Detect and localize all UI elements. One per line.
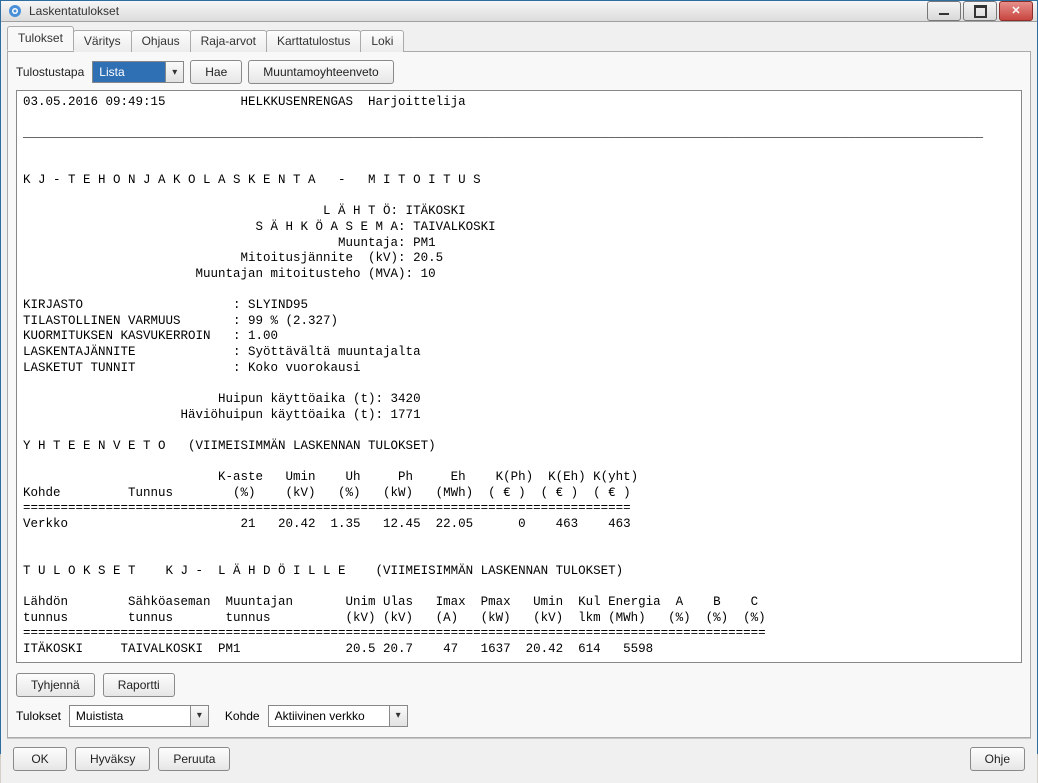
chevron-down-icon[interactable]: [165, 62, 183, 82]
window-title: Laskentatulokset: [29, 4, 927, 18]
dialog-footer: OK Hyväksy Peruuta Ohje: [7, 738, 1031, 777]
app-window: Laskentatulokset Tulokset Väritys Ohjaus…: [0, 0, 1038, 754]
tab-raja-arvot[interactable]: Raja-arvot: [190, 30, 267, 52]
toolbar-top: Tulostustapa Lista Hae Muuntamoyhteenvet…: [16, 60, 1022, 84]
tyhjenna-button[interactable]: Tyhjennä: [16, 673, 95, 697]
client-area: Tulokset Väritys Ohjaus Raja-arvot Kartt…: [1, 22, 1037, 783]
peruuta-button[interactable]: Peruuta: [158, 747, 230, 771]
tab-varitys[interactable]: Väritys: [73, 30, 132, 52]
report-container: 03.05.2016 09:49:15 HELKKUSENRENGAS Harj…: [16, 90, 1022, 663]
chevron-down-icon[interactable]: [190, 706, 208, 726]
kohde-label: Kohde: [225, 709, 260, 723]
tulokset-value: Muistista: [70, 706, 190, 726]
hyvaksy-button[interactable]: Hyväksy: [75, 747, 150, 771]
titlebar: Laskentatulokset: [1, 1, 1037, 22]
ok-button[interactable]: OK: [13, 747, 67, 771]
chevron-down-icon[interactable]: [389, 706, 407, 726]
app-icon: [7, 3, 23, 19]
kohde-combo[interactable]: Aktiivinen verkko: [268, 705, 408, 727]
tab-karttatulostus[interactable]: Karttatulostus: [266, 30, 361, 52]
tulostustapa-label: Tulostustapa: [16, 65, 84, 79]
tab-panel-tulokset: Tulostustapa Lista Hae Muuntamoyhteenvet…: [7, 51, 1031, 738]
tab-strip: Tulokset Väritys Ohjaus Raja-arvot Kartt…: [7, 26, 1031, 51]
muuntamoyhteenveto-button[interactable]: Muuntamoyhteenveto: [248, 60, 393, 84]
minimize-button[interactable]: [927, 1, 961, 21]
hae-button[interactable]: Hae: [190, 60, 242, 84]
panel-bottom: Tyhjennä Raportti Tulokset Muistista Koh…: [16, 673, 1022, 727]
tab-ohjaus[interactable]: Ohjaus: [131, 30, 191, 52]
tulostustapa-combo[interactable]: Lista: [92, 61, 184, 83]
ohje-button[interactable]: Ohje: [970, 747, 1025, 771]
tulokset-label: Tulokset: [16, 709, 61, 723]
close-button[interactable]: [999, 1, 1033, 21]
report-textarea[interactable]: 03.05.2016 09:49:15 HELKKUSENRENGAS Harj…: [17, 91, 1021, 662]
tab-loki[interactable]: Loki: [360, 30, 404, 52]
window-buttons: [927, 1, 1033, 21]
kohde-value: Aktiivinen verkko: [269, 706, 389, 726]
tulostustapa-value: Lista: [93, 62, 165, 82]
tulokset-combo[interactable]: Muistista: [69, 705, 209, 727]
maximize-button[interactable]: [963, 1, 997, 21]
raportti-button[interactable]: Raportti: [103, 673, 175, 697]
tab-tulokset[interactable]: Tulokset: [7, 26, 74, 51]
